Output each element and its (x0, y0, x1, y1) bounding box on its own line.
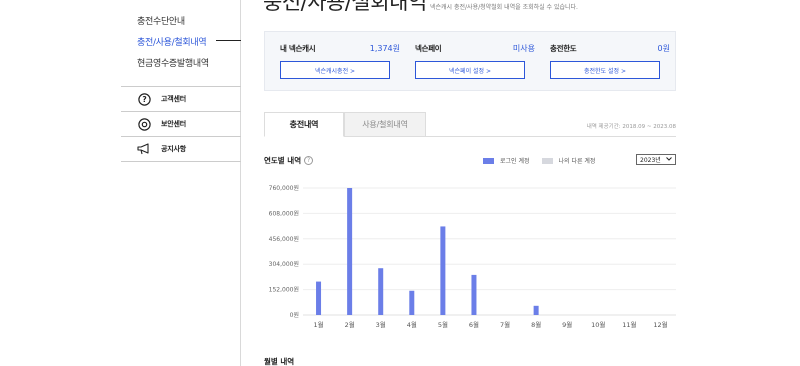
legend-item-other: 나의 다른 계정 (541, 156, 596, 165)
monthly-title: 월별 내역 (264, 357, 295, 366)
y-tick-label: 0원 (290, 311, 299, 319)
history-tabs: 충전내역 사용/철회내역 내역 제공기간: 2018.09 ~ 2023.08 (264, 112, 676, 137)
sidebar-item-history[interactable]: 충전/사용/철회내역 (137, 35, 207, 48)
page-description: 넥슨캐시 충전/사용/청약철회 내역을 조회하실 수 있습니다. (430, 4, 578, 11)
legend-label: 로그인 계정 (500, 158, 530, 165)
limit-summary: 충전한도 0원 충전한도 설정 > (550, 42, 670, 79)
y-tick-label: 608,000원 (269, 209, 299, 217)
help-item-label: 공지사항 (161, 145, 186, 153)
bar[interactable] (440, 226, 446, 315)
cash-charge-button[interactable]: 넥슨캐시충전 > (280, 61, 390, 79)
tab-charge-history[interactable]: 충전내역 (264, 112, 344, 137)
legend-swatch (541, 157, 553, 164)
help-item-label: 고객센터 (161, 95, 186, 103)
bar[interactable] (378, 268, 384, 315)
bar[interactable] (533, 305, 539, 315)
x-tick-label: 12월 (653, 320, 667, 329)
x-tick-label: 2월 (345, 320, 355, 329)
pay-settings-button[interactable]: 넥슨페이 설정 > (415, 61, 525, 79)
help-item-security-center[interactable]: 보안센터 (121, 112, 241, 137)
help-item-notice[interactable]: 공지사항 (121, 137, 241, 162)
lock-circle-icon (137, 117, 151, 131)
yearly-title-text: 연도별 내역 (264, 156, 302, 165)
bar[interactable] (316, 281, 322, 315)
year-select[interactable]: 2023년 (636, 154, 676, 165)
pay-label: 넥슨페이 (415, 43, 442, 53)
svg-text:?: ? (142, 95, 146, 104)
active-indicator (216, 40, 241, 41)
x-tick-label: 4월 (407, 320, 417, 329)
help-item-customer-center[interactable]: ? 고객센터 (121, 87, 241, 112)
x-tick-label: 5월 (438, 320, 448, 329)
help-icon[interactable]: ? (304, 156, 314, 165)
x-tick-label: 6월 (469, 320, 479, 329)
history-period: 내역 제공기간: 2018.09 ~ 2023.08 (586, 124, 676, 130)
y-tick-label: 456,000원 (269, 235, 299, 243)
x-tick-label: 10월 (591, 320, 605, 329)
chevron-down-icon (666, 156, 672, 163)
help-item-label: 보안센터 (161, 120, 186, 128)
cash-label: 내 넥슨캐시 (280, 43, 316, 53)
legend-label: 나의 다른 계정 (558, 158, 596, 165)
question-circle-icon: ? (137, 92, 151, 106)
x-tick-label: 1월 (313, 320, 323, 329)
sidebar: 충전수단안내 충전/사용/철회내역 현금영수증발행내역 ? 고객센터 보안센터 … (0, 0, 241, 366)
limit-label: 충전한도 (550, 43, 577, 53)
x-tick-label: 8월 (531, 320, 541, 329)
y-tick-label: 760,000원 (269, 184, 299, 192)
sidebar-item-cash-receipt[interactable]: 현금영수증발행내역 (137, 56, 209, 69)
limit-settings-button[interactable]: 충전한도 설정 > (550, 61, 660, 79)
pay-summary: 넥슨페이 미사용 넥슨페이 설정 > (415, 42, 535, 79)
limit-value: 0원 (657, 43, 670, 53)
yearly-title: 연도별 내역 ? (264, 155, 314, 166)
help-list: ? 고객센터 보안센터 공지사항 (121, 86, 241, 162)
bar[interactable] (347, 188, 353, 315)
legend-item-login: 로그인 계정 (483, 156, 530, 165)
balance-summary: 내 넥슨캐시 1,374원 넥슨캐시충전 > 넥슨페이 미사용 넥슨페이 설정 … (264, 31, 676, 91)
chart-legend: 로그인 계정 나의 다른 계정 (483, 156, 607, 165)
monthly-charge-chart: 0원 152,000원 304,000원 456,000원 608,000원 760,00… (269, 184, 676, 329)
bar[interactable] (471, 274, 477, 315)
megaphone-icon (137, 142, 151, 156)
x-tick-label: 3월 (376, 320, 386, 329)
y-tick-label: 152,000원 (269, 286, 299, 294)
pay-value: 미사용 (512, 43, 535, 53)
sidebar-item-charge-methods[interactable]: 충전수단안내 (137, 14, 185, 27)
y-tick-label: 304,000원 (269, 260, 299, 268)
cash-value: 1,374원 (369, 43, 400, 53)
x-tick-label: 9월 (562, 320, 572, 329)
legend-swatch (483, 157, 494, 164)
page-title: 충전/사용/철회내역 (263, 0, 427, 14)
x-tick-label: 11월 (622, 320, 636, 329)
tab-usage-history[interactable]: 사용/철회내역 (344, 112, 426, 137)
bar[interactable] (409, 290, 415, 315)
cash-summary: 내 넥슨캐시 1,374원 넥슨캐시충전 > (280, 42, 400, 79)
year-select-value: 2023년 (640, 157, 661, 164)
x-tick-label: 7월 (500, 320, 510, 329)
